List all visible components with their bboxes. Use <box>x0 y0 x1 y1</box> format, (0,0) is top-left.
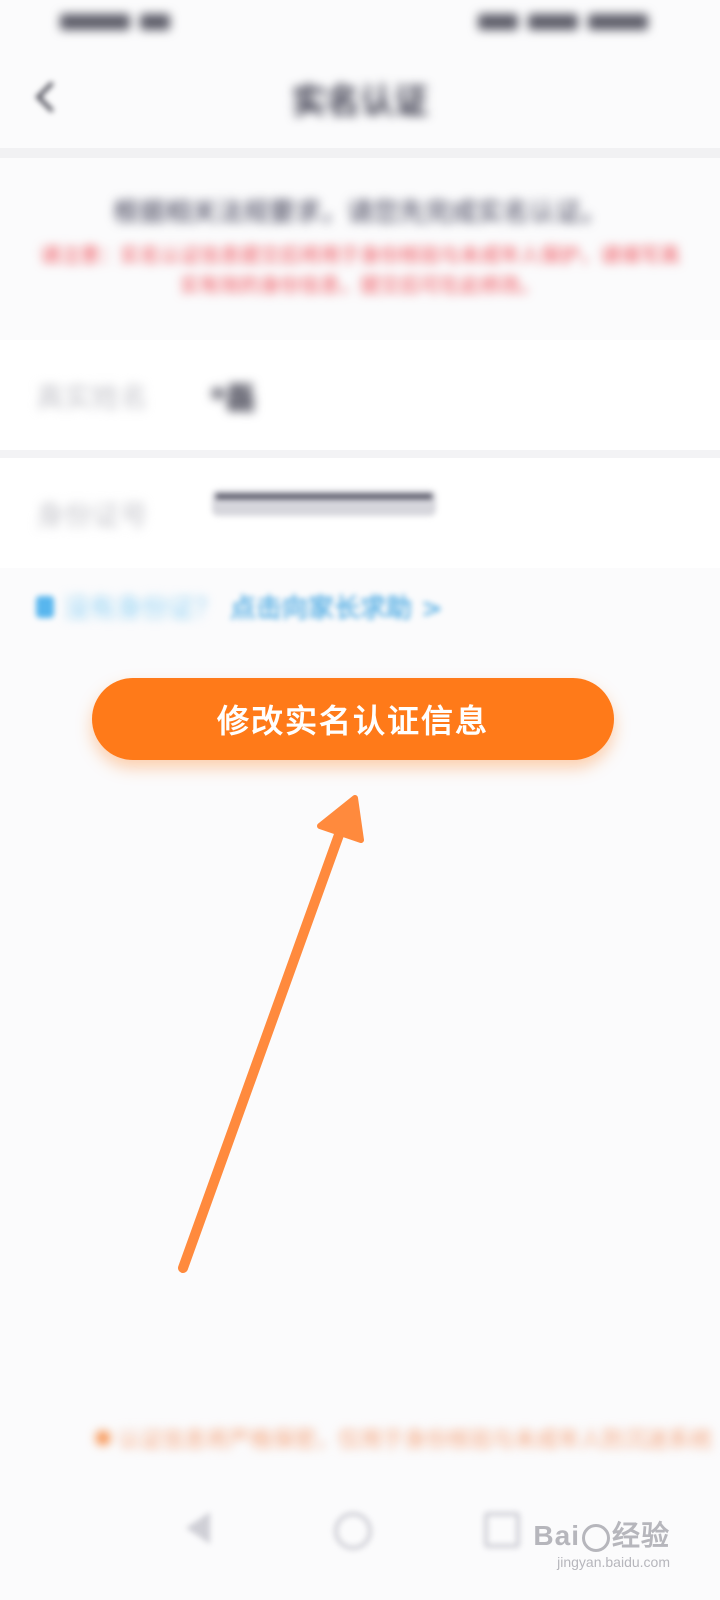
wifi-icon <box>140 14 170 30</box>
name-value: *磊 <box>210 382 256 417</box>
header: 实名认证 <box>0 48 720 158</box>
nav-recent-icon[interactable] <box>484 1512 520 1548</box>
page-title: 实名认证 <box>292 82 428 122</box>
id-value-masked <box>212 490 436 516</box>
watermark-brand-left: Bai <box>533 1520 580 1551</box>
id-row: 身份证号 <box>0 458 720 568</box>
arrow-shaft <box>178 827 345 1273</box>
notice-text: 根据相关法规要求，请您先完成实名认证。 <box>112 198 607 228</box>
battery-icon <box>528 14 578 30</box>
watermark-logo: Bai 经验 <box>533 1514 670 1554</box>
bullet-icon <box>96 1431 110 1445</box>
help-action[interactable]: 点击向家长求助 > <box>230 588 443 625</box>
warning-text: 请注意：实名认证信息提交后将用于身份核验与未成年人保护，请填写真实有效的身份信息… <box>40 243 680 297</box>
status-left <box>60 14 170 30</box>
name-row: 真实姓名 *磊 <box>0 340 720 458</box>
notification-icon <box>478 14 518 30</box>
id-card-icon <box>36 595 54 618</box>
help-prefix: 没有身份证？ <box>64 594 221 624</box>
watermark: Bai 经验 jingyan.baidu.com <box>533 1514 670 1570</box>
help-link[interactable]: 没有身份证？ 点击向家长求助 > <box>36 588 443 625</box>
nav-back-icon[interactable] <box>186 1512 210 1544</box>
clock-text <box>588 14 648 30</box>
bottom-note: 认证信息将严格保密，仅用于身份核验与未成年人防沉迷系统 <box>96 1422 712 1454</box>
watermark-url: jingyan.baidu.com <box>557 1554 670 1570</box>
status-right <box>478 14 648 30</box>
signal-icon <box>60 14 130 30</box>
id-label: 身份证号 <box>36 499 149 532</box>
status-bar <box>0 0 720 48</box>
watermark-brand-right: 经验 <box>611 1520 670 1551</box>
nav-home-icon[interactable] <box>334 1512 372 1550</box>
bottom-note-text: 认证信息将严格保密，仅用于身份核验与未成年人防沉迷系统 <box>118 1428 713 1453</box>
edit-verification-button[interactable]: 修改实名认证信息 <box>92 678 614 760</box>
arrow-head <box>317 795 364 843</box>
name-label: 真实姓名 <box>36 381 149 414</box>
paw-icon <box>581 1523 610 1552</box>
